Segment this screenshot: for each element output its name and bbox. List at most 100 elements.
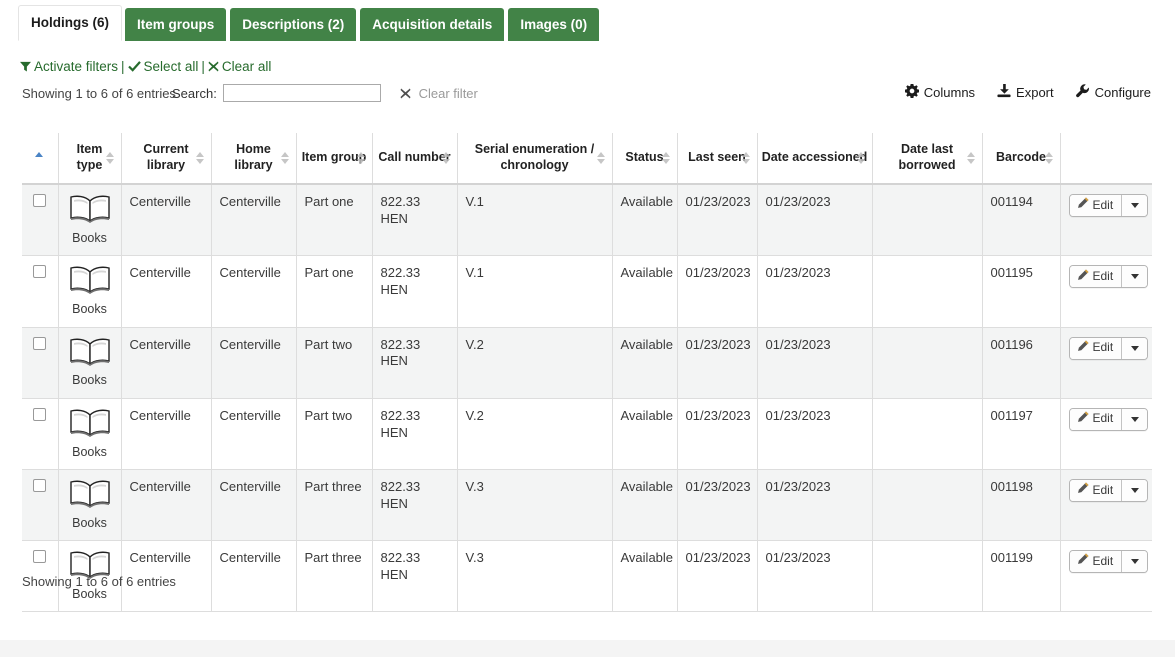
edit-dropdown-toggle[interactable] (1122, 408, 1148, 430)
activate-filters-link[interactable]: Activate filters (20, 59, 118, 74)
cell-barcode[interactable]: 001197 (982, 398, 1061, 470)
row-select-cell[interactable] (22, 184, 59, 257)
tab-holdings[interactable]: Holdings (6) (18, 5, 122, 41)
cell-date-accessioned: 01/23/2023 (757, 398, 873, 470)
cell-home-library: Centerville (211, 469, 297, 541)
edit-button[interactable]: Edit (1069, 479, 1123, 501)
sort-indicator-current-library (195, 151, 205, 165)
cell-item-type: Books (58, 469, 122, 541)
edit-button[interactable]: Edit (1069, 408, 1123, 430)
row-checkbox[interactable] (33, 407, 47, 421)
row-checkbox[interactable] (33, 478, 47, 492)
table-row[interactable]: Books Centerville Centerville Part three… (22, 540, 1152, 613)
item-type-label: Books (72, 302, 107, 317)
cell-barcode[interactable]: 001194 (982, 184, 1061, 257)
column-header-item-group[interactable]: Item group (296, 133, 373, 186)
column-header-home-library[interactable]: Home library (211, 133, 297, 186)
table-row[interactable]: Books Centerville Centerville Part one 8… (22, 255, 1152, 328)
column-header-call-number-label: Call number (378, 149, 451, 164)
edit-button[interactable]: Edit (1069, 337, 1123, 359)
row-select-cell[interactable] (22, 255, 59, 328)
cell-actions: Edit (1060, 255, 1152, 328)
column-header-current-library[interactable]: Current library (121, 133, 212, 186)
clear-all-link[interactable]: Clear all (208, 59, 271, 75)
column-header-serial-enumeration-label: Serial enumeration / chronology (474, 142, 595, 172)
caret-down-icon (1130, 274, 1139, 280)
column-header-barcode[interactable]: Barcode (982, 133, 1061, 186)
clear-filter-button[interactable]: Clear filter (400, 86, 478, 101)
edit-button-label: Edit (1092, 553, 1114, 568)
cell-last-seen: 01/23/2023 (677, 540, 758, 613)
x-icon (208, 60, 219, 75)
configure-button[interactable]: Configure (1075, 84, 1151, 101)
cell-barcode[interactable]: 001195 (982, 255, 1061, 328)
table-row[interactable]: Books Centerville Centerville Part two 8… (22, 327, 1152, 399)
cell-status: Available (612, 469, 678, 541)
cell-call-number: 822.33 HEN (372, 184, 458, 257)
edit-dropdown-toggle[interactable] (1122, 195, 1148, 217)
cell-date-accessioned: 01/23/2023 (757, 255, 873, 328)
edit-dropdown-toggle[interactable] (1122, 266, 1148, 288)
column-header-date-last-borrowed[interactable]: Date last borrowed (872, 133, 983, 186)
cell-item-type: Books (58, 184, 122, 257)
cell-call-number: 822.33 HEN (372, 255, 458, 328)
pencil-icon (1077, 411, 1089, 428)
row-select-cell[interactable] (22, 327, 59, 399)
tab-acquisition-details[interactable]: Acquisition details (360, 8, 505, 41)
item-type-label: Books (72, 231, 107, 246)
clear-filter-label: Clear filter (418, 86, 478, 101)
select-all-link[interactable]: Select all (127, 59, 198, 74)
table-row[interactable]: Books Centerville Centerville Part one 8… (22, 184, 1152, 257)
edit-dropdown-toggle[interactable] (1122, 550, 1148, 572)
edit-button[interactable]: Edit (1069, 550, 1123, 572)
row-checkbox[interactable] (33, 336, 47, 350)
cell-barcode[interactable]: 001199 (982, 540, 1061, 613)
columns-button[interactable]: Columns (904, 84, 976, 101)
table-row[interactable]: Books Centerville Centerville Part three… (22, 469, 1152, 541)
export-button[interactable]: Export (997, 84, 1054, 101)
tab-images[interactable]: Images (0) (508, 8, 600, 41)
column-header-serial-enumeration[interactable]: Serial enumeration / chronology (457, 133, 613, 186)
edit-dropdown-toggle[interactable] (1122, 479, 1148, 501)
sort-indicator-select (35, 151, 44, 165)
cell-barcode[interactable]: 001198 (982, 469, 1061, 541)
column-header-status[interactable]: Status (612, 133, 678, 186)
search-box: Search: (172, 84, 381, 102)
cell-last-seen: 01/23/2023 (677, 184, 758, 257)
configure-label: Configure (1094, 85, 1151, 100)
edit-dropdown-toggle[interactable] (1122, 337, 1148, 359)
cell-item-type: Books (58, 255, 122, 328)
sort-indicator-call-number (441, 151, 451, 165)
tab-images-label: Images (0) (520, 17, 588, 32)
cell-call-number: 822.33 HEN (372, 469, 458, 541)
cell-last-seen: 01/23/2023 (677, 398, 758, 470)
row-checkbox[interactable] (33, 194, 47, 208)
tab-item-groups-label: Item groups (137, 17, 215, 32)
tab-item-groups[interactable]: Item groups (125, 8, 227, 41)
open-book-icon (67, 338, 113, 370)
sort-indicator-barcode (1044, 151, 1054, 165)
row-select-cell[interactable] (22, 398, 59, 470)
row-select-cell[interactable] (22, 469, 59, 541)
tab-descriptions[interactable]: Descriptions (2) (230, 8, 357, 41)
columns-label: Columns (923, 85, 976, 100)
cell-current-library: Centerville (121, 255, 212, 328)
column-header-call-number[interactable]: Call number (372, 133, 458, 186)
cell-item-group: Part one (296, 184, 373, 257)
pencil-icon (1077, 482, 1089, 499)
column-header-item-type[interactable]: Item type (58, 133, 122, 186)
table-row[interactable]: Books Centerville Centerville Part two 8… (22, 398, 1152, 470)
column-header-select[interactable] (22, 133, 59, 186)
edit-button[interactable]: Edit (1069, 266, 1123, 288)
row-checkbox[interactable] (33, 265, 47, 279)
cell-barcode[interactable]: 001196 (982, 327, 1061, 399)
item-type-label: Books (72, 373, 107, 388)
column-header-date-accessioned[interactable]: Date accessioned (757, 133, 873, 186)
row-checkbox[interactable] (33, 549, 47, 563)
cell-status: Available (612, 398, 678, 470)
edit-button[interactable]: Edit (1069, 195, 1123, 217)
column-header-last-seen[interactable]: Last seen (677, 133, 758, 186)
search-input[interactable] (222, 84, 381, 102)
showing-entries-bottom: Showing 1 to 6 of 6 entries (22, 574, 176, 589)
export-label: Export (1016, 85, 1054, 100)
